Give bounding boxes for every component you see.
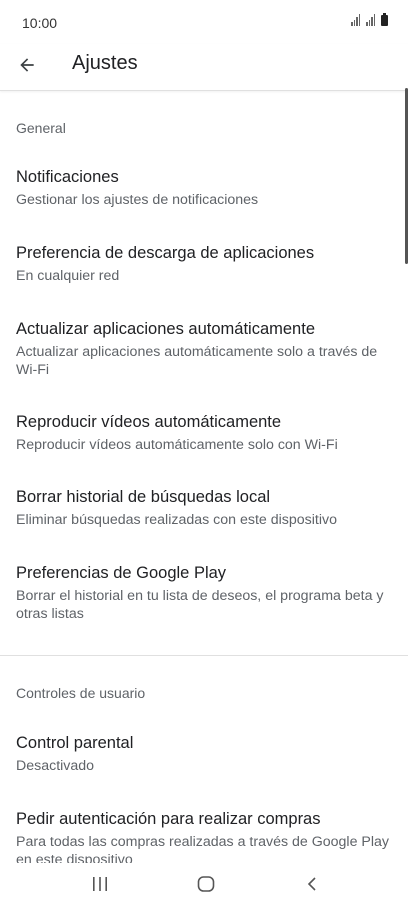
recent-apps-icon (93, 877, 107, 891)
signal-icon (366, 14, 375, 26)
status-time: 10:00 (22, 15, 58, 31)
setting-google-play-preferences[interactable]: Preferencias de Google Play Borrar el hi… (0, 564, 408, 638)
status-bar: 10:00 (0, 0, 408, 44)
setting-parental-controls[interactable]: Control parental Desactivado (0, 734, 408, 792)
settings-list[interactable]: General Notificaciones Gestionar los aju… (0, 91, 408, 863)
setting-subtitle: En cualquier red (16, 268, 120, 284)
setting-clear-search-history[interactable]: Borrar historial de búsquedas local Elim… (0, 488, 408, 546)
signal-icon (351, 14, 360, 26)
setting-title: Reproducir vídeos automáticamente (16, 413, 282, 431)
battery-icon (381, 13, 388, 26)
home-button[interactable] (186, 869, 226, 899)
setting-subtitle: Reproducir vídeos automáticamente solo c… (16, 437, 338, 453)
home-icon (197, 876, 215, 892)
setting-subtitle: Eliminar búsquedas realizadas con este d… (16, 512, 337, 528)
setting-autoplay-videos[interactable]: Reproducir vídeos automáticamente Reprod… (0, 413, 408, 471)
setting-subtitle: Borrar el historial en tu lista de deseo… (16, 588, 384, 622)
setting-purchase-authentication[interactable]: Pedir autenticación para realizar compra… (0, 810, 408, 863)
setting-subtitle: Gestionar los ajustes de notificaciones (16, 192, 259, 208)
section-header-user-controls: Controles de usuario (16, 685, 146, 701)
page-title: Ajustes (72, 52, 138, 74)
chevron-left-icon (307, 877, 316, 891)
setting-title: Notificaciones (16, 168, 119, 186)
back-button[interactable] (12, 50, 42, 80)
setting-subtitle: Desactivado (16, 758, 95, 774)
setting-subtitle: Actualizar aplicaciones automáticamente … (16, 344, 378, 378)
nav-back-button[interactable] (292, 869, 332, 899)
section-divider (0, 655, 408, 656)
setting-title: Preferencia de descarga de aplicaciones (16, 244, 315, 262)
setting-title: Borrar historial de búsquedas local (16, 488, 271, 506)
setting-title: Actualizar aplicaciones automáticamente (16, 320, 315, 338)
setting-title: Control parental (16, 734, 134, 752)
setting-auto-update[interactable]: Actualizar aplicaciones automáticamente … (0, 320, 408, 394)
setting-title: Pedir autenticación para realizar compra… (16, 810, 321, 828)
recent-apps-button[interactable] (80, 869, 120, 899)
setting-notifications[interactable]: Notificaciones Gestionar los ajustes de … (0, 168, 408, 226)
arrow-left-icon (20, 58, 34, 72)
setting-download-preference[interactable]: Preferencia de descarga de aplicaciones … (0, 244, 408, 302)
status-icons (351, 13, 388, 26)
section-header-general: General (16, 120, 66, 136)
app-bar: Ajustes (0, 44, 408, 91)
navigation-bar (0, 863, 408, 906)
setting-subtitle: Para todas las compras realizadas a trav… (16, 834, 390, 863)
setting-title: Preferencias de Google Play (16, 564, 227, 582)
